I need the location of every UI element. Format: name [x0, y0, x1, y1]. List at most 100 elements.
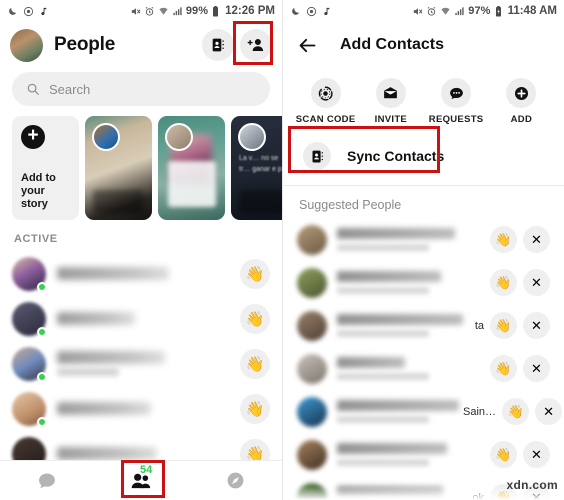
- battery-percent-right: 97%: [468, 5, 491, 17]
- wave-button[interactable]: 👋: [502, 398, 530, 425]
- wave-icon: 👋: [495, 274, 512, 290]
- discover-tab[interactable]: [207, 464, 263, 498]
- contacts-book-button[interactable]: [202, 29, 234, 61]
- add-action[interactable]: ADD: [489, 78, 553, 125]
- wave-button[interactable]: 👋: [240, 393, 270, 424]
- close-icon: ✕: [531, 274, 542, 290]
- suggested-name: [337, 400, 459, 411]
- list-item[interactable]: 👋 ✕: [283, 218, 564, 261]
- dismiss-button[interactable]: ✕: [523, 355, 550, 382]
- list-item[interactable]: 👋 ✕: [283, 433, 564, 476]
- suggested-subtitle: [337, 459, 429, 466]
- search-placeholder: Search: [49, 81, 91, 97]
- alarm-icon: [144, 6, 155, 17]
- volume-mute-icon: [412, 6, 423, 17]
- suggested-name-overflow: ta: [474, 319, 484, 332]
- avatar: [297, 267, 327, 298]
- close-icon: ✕: [531, 317, 542, 333]
- contact-name: [57, 447, 157, 460]
- suggested-subtitle: [337, 416, 429, 423]
- suggested-people-title: Suggested People: [299, 198, 402, 212]
- wave-button[interactable]: 👋: [490, 269, 517, 296]
- people-tab[interactable]: 54: [113, 464, 169, 498]
- contact-row[interactable]: 👋: [0, 386, 282, 431]
- avatar: [297, 310, 327, 341]
- wave-button[interactable]: 👋: [240, 348, 270, 379]
- moon-icon: [7, 6, 18, 17]
- story-card[interactable]: [85, 116, 152, 220]
- back-arrow-icon: [297, 35, 318, 56]
- wave-icon: 👋: [507, 403, 524, 419]
- avatar: [297, 482, 327, 500]
- battery-charging-icon: [494, 5, 503, 17]
- wave-button[interactable]: 👋: [490, 355, 517, 382]
- wave-icon: 👋: [495, 360, 512, 376]
- invite-label: INVITE: [374, 114, 408, 125]
- avatar: [297, 396, 327, 427]
- add-person-icon: [247, 36, 265, 54]
- suggested-people-list: 👋 ✕ 👋 ✕ ta 👋 ✕ 👋 ✕ Sain… 👋 ✕ 👋 ✕ ok 👋 ✕: [283, 218, 564, 500]
- suggested-subtitle: [337, 244, 429, 251]
- add-contacts-header: Add Contacts: [283, 22, 564, 68]
- requests-action[interactable]: REQUESTS: [424, 78, 488, 125]
- contact-row[interactable]: 👋: [0, 341, 282, 386]
- story-card[interactable]: [158, 116, 225, 220]
- online-indicator: [37, 281, 47, 292]
- back-button[interactable]: [297, 35, 318, 56]
- sync-contacts-label: Sync Contacts: [347, 148, 445, 164]
- close-icon: ✕: [531, 231, 542, 247]
- avatar: [297, 439, 327, 470]
- battery-percent-left: 99%: [185, 5, 209, 17]
- list-item[interactable]: ta 👋 ✕: [283, 304, 564, 347]
- scan-code-action[interactable]: SCAN CODE: [294, 78, 358, 125]
- wave-icon: 👋: [245, 310, 265, 328]
- online-indicator: [37, 416, 47, 427]
- contact-row[interactable]: 👋: [0, 296, 282, 341]
- wave-button[interactable]: 👋: [490, 226, 517, 253]
- dismiss-button[interactable]: ✕: [535, 398, 563, 425]
- sync-contacts-row[interactable]: Sync Contacts: [283, 133, 564, 179]
- invite-action[interactable]: INVITE: [359, 78, 423, 125]
- people-screen: 99% 12:26 PM People Search + Add to your…: [0, 0, 282, 500]
- add-to-story-label: Add to your story: [21, 172, 56, 211]
- contact-subtitle: [57, 368, 119, 376]
- story-avatar-ring: [92, 123, 120, 151]
- list-item[interactable]: Sain… 👋 ✕: [283, 390, 564, 433]
- wave-button[interactable]: 👋: [490, 441, 517, 468]
- online-indicator: [37, 371, 47, 382]
- chat-bubble-icon: [441, 78, 472, 108]
- avatar[interactable]: [10, 28, 43, 62]
- search-input[interactable]: Search: [12, 72, 270, 106]
- story-card[interactable]: La v… no se tr… ganar e p…: [231, 116, 282, 220]
- dismiss-button[interactable]: ✕: [523, 226, 550, 253]
- wifi-icon: [440, 6, 451, 17]
- contacts-book-icon: [303, 142, 331, 170]
- envelope-icon: [375, 78, 406, 108]
- signal-icon: [454, 6, 465, 17]
- contact-row[interactable]: 👋: [0, 251, 282, 296]
- list-item[interactable]: 👋 ✕: [283, 347, 564, 390]
- volume-mute-icon: [130, 6, 141, 17]
- close-icon: ✕: [531, 360, 542, 376]
- scan-code-icon: [310, 78, 341, 108]
- plus-icon: +: [21, 125, 45, 149]
- avatar: [297, 353, 327, 384]
- dismiss-button[interactable]: ✕: [523, 312, 550, 339]
- page-title: People: [54, 34, 116, 55]
- chats-tab[interactable]: [19, 464, 75, 498]
- quick-actions-row: SCAN CODE INVITE REQUESTS ADD: [283, 68, 564, 129]
- wave-button[interactable]: 👋: [240, 303, 270, 334]
- suggested-name-overflow: Sain…: [463, 405, 497, 418]
- dismiss-button[interactable]: ✕: [523, 441, 550, 468]
- wave-button[interactable]: 👋: [490, 312, 517, 339]
- list-item[interactable]: 👋 ✕: [283, 261, 564, 304]
- dismiss-button[interactable]: ✕: [523, 269, 550, 296]
- signal-icon: [172, 6, 183, 17]
- scan-code-label: SCAN CODE: [295, 114, 356, 125]
- story-avatar-ring: [165, 123, 193, 151]
- stories-tray[interactable]: + Add to your story La v… no se tr… gana…: [0, 114, 282, 220]
- wave-button[interactable]: 👋: [240, 258, 270, 289]
- add-person-button[interactable]: [240, 29, 272, 61]
- add-to-story-card[interactable]: + Add to your story: [12, 116, 79, 220]
- wave-icon: 👋: [245, 400, 265, 418]
